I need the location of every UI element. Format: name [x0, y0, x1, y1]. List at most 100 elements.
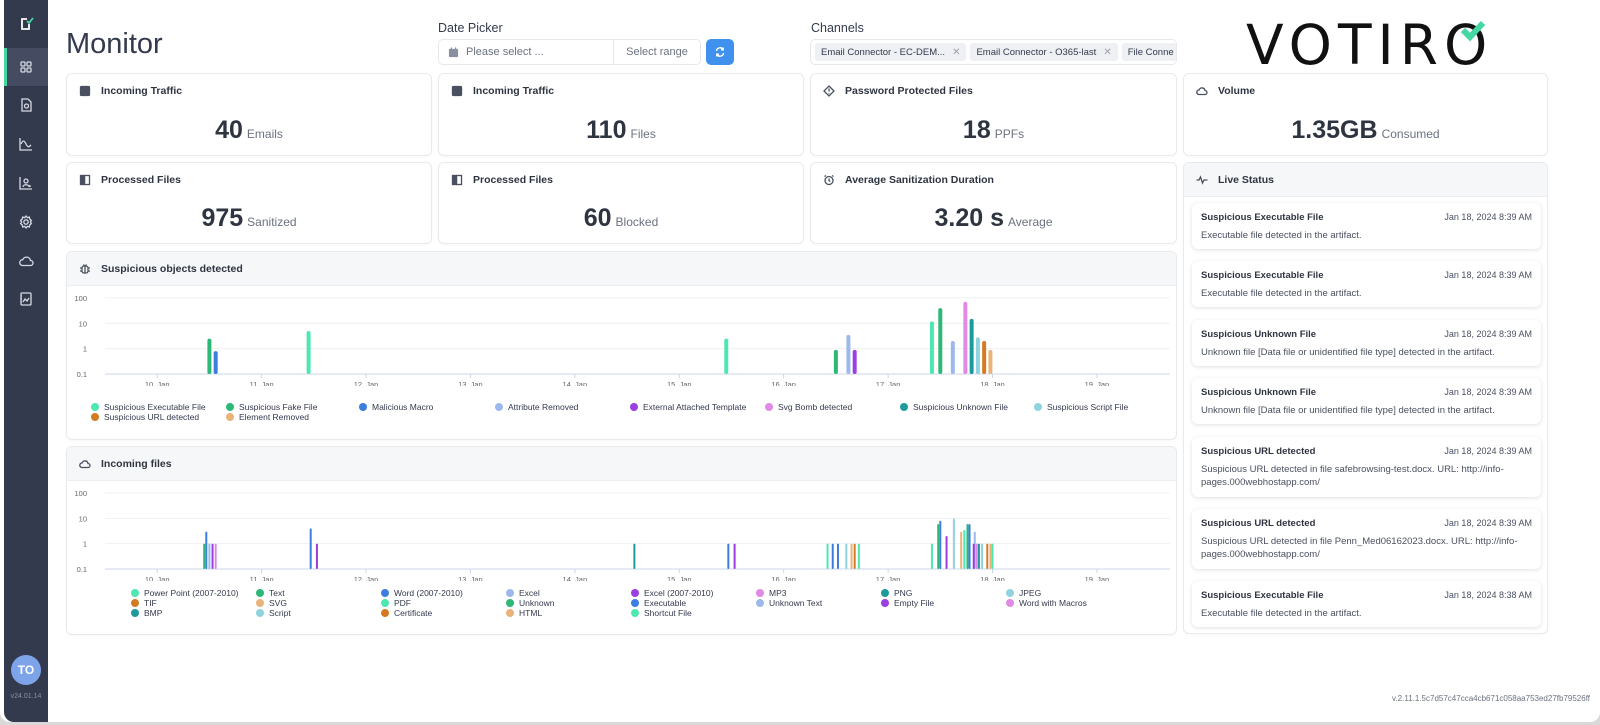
legend-item[interactable]: Word (2007-2010)	[381, 588, 463, 598]
bar-excel[interactable]	[208, 543, 211, 569]
bar-html[interactable]	[989, 543, 992, 569]
legend-item[interactable]: Malicious Macro	[359, 402, 433, 412]
legend-item[interactable]: HTML	[506, 608, 542, 618]
legend-item[interactable]: Svg Bomb detected	[765, 402, 852, 412]
legend-item[interactable]: Word with Macros	[1006, 598, 1087, 608]
live-status-item[interactable]: Suspicious URL detected Jan 18, 2024 8:39…	[1192, 437, 1541, 497]
legend-item[interactable]: Empty File	[881, 598, 934, 608]
bar-certificate[interactable]	[853, 543, 856, 569]
live-status-item[interactable]: Suspicious Executable File Jan 18, 2024 8…	[1192, 203, 1541, 249]
bar-suspicious-fake-file[interactable]	[833, 349, 838, 374]
bar-bmp[interactable]	[977, 543, 980, 569]
legend-item[interactable]: Shortcut File	[631, 608, 692, 618]
bar-shortcut-file[interactable]	[857, 543, 860, 569]
bar-element-removed[interactable]	[988, 349, 993, 374]
bar-attribute-removed[interactable]	[950, 341, 955, 374]
bar-svg-bomb-detected[interactable]	[963, 301, 968, 374]
bar-excel-2007-2010[interactable]	[315, 543, 318, 569]
live-status-item[interactable]: Suspicious URL detected Jan 18, 2024 8:39…	[1192, 509, 1541, 569]
legend-item[interactable]: External Attached Template	[630, 402, 746, 412]
live-status-item[interactable]: Suspicious Unknown File Jan 18, 2024 8:39…	[1192, 320, 1541, 366]
refresh-button[interactable]	[706, 39, 734, 65]
votiro-logo-icon[interactable]	[4, 6, 48, 42]
bar-shortcut-file[interactable]	[930, 543, 933, 569]
legend-item[interactable]: MP3	[756, 588, 786, 598]
sidebar-item-cloud[interactable]	[4, 242, 48, 280]
sidebar-item-files[interactable]	[4, 86, 48, 124]
legend-item[interactable]: Suspicious Script File	[1034, 402, 1128, 412]
bar-suspicious-executable-file[interactable]	[306, 330, 311, 374]
select-range-button[interactable]: Select range	[614, 46, 700, 58]
bar-svg[interactable]	[850, 543, 853, 569]
remove-chip-icon[interactable]: ✕	[952, 47, 960, 58]
remove-chip-icon[interactable]: ✕	[1103, 47, 1111, 58]
legend-item[interactable]: Attribute Removed	[495, 402, 578, 412]
bar-text[interactable]	[203, 543, 206, 569]
sidebar-item-documents[interactable]	[4, 280, 48, 318]
live-status-item[interactable]: Suspicious Executable File Jan 18, 2024 8…	[1192, 581, 1541, 627]
date-picker[interactable]: Please select ... Select range	[438, 39, 701, 65]
bar-external-attached-template[interactable]	[852, 349, 857, 374]
legend-item[interactable]: Element Removed	[226, 412, 309, 422]
bar-script[interactable]	[845, 543, 848, 569]
bar-excel-2007-2010[interactable]	[972, 543, 975, 569]
bar-malicious-macro[interactable]	[213, 351, 218, 374]
channels-select[interactable]: Email Connector - EC-DEM... ✕ Email Conn…	[810, 39, 1177, 65]
bar-executable[interactable]	[836, 543, 839, 569]
legend-item[interactable]: TIF	[131, 598, 157, 608]
bar-mp3[interactable]	[214, 543, 217, 569]
bar-word-2007-2010[interactable]	[205, 531, 208, 569]
bar-svg[interactable]	[960, 531, 963, 569]
legend-item[interactable]: Unknown	[506, 598, 554, 608]
bar-suspicious-script-file[interactable]	[975, 337, 980, 374]
date-picker-input[interactable]: Please select ...	[439, 40, 614, 64]
legend-item[interactable]: Suspicious Unknown File	[900, 402, 1008, 412]
live-status-item[interactable]: Suspicious Unknown File Jan 18, 2024 8:39…	[1192, 378, 1541, 424]
bar-attribute-removed[interactable]	[846, 334, 851, 374]
legend-item[interactable]: JPEG	[1006, 588, 1041, 598]
bar-word-2007-2010[interactable]	[968, 523, 971, 569]
bar-shortcut-file[interactable]	[991, 543, 994, 569]
legend-item[interactable]: Suspicious Executable File	[91, 402, 206, 412]
bar-unknown[interactable]	[966, 523, 969, 569]
legend-item[interactable]: Text	[256, 588, 285, 598]
legend-item[interactable]: PDF	[381, 598, 411, 608]
bar-script[interactable]	[952, 518, 955, 569]
legend-item[interactable]: Unknown Text	[756, 598, 822, 608]
bar-suspicious-unknown-file[interactable]	[969, 318, 974, 374]
bar-word-with-macros[interactable]	[975, 543, 978, 569]
bar-suspicious-executable-file[interactable]	[929, 321, 934, 374]
legend-item[interactable]: Executable	[631, 598, 686, 608]
bar-text[interactable]	[937, 523, 940, 569]
bar-pdf[interactable]	[963, 529, 966, 569]
legend-item[interactable]: Excel	[506, 588, 540, 598]
bar-bmp[interactable]	[633, 543, 636, 569]
avatar[interactable]: TO	[11, 655, 41, 685]
bar-excel-2007-2010[interactable]	[945, 536, 948, 569]
bar-word-2007-2010[interactable]	[939, 520, 942, 569]
bar-word-2007-2010[interactable]	[309, 528, 312, 569]
sidebar-item-settings[interactable]	[4, 203, 48, 241]
bar-excel-2007-2010[interactable]	[733, 543, 736, 569]
legend-item[interactable]: PNG	[881, 588, 912, 598]
legend-item[interactable]: SVG	[256, 598, 287, 608]
legend-item[interactable]: Excel (2007-2010)	[631, 588, 713, 598]
legend-item[interactable]: Script	[256, 608, 291, 618]
bar-suspicious-executable-file[interactable]	[724, 338, 729, 374]
sidebar-item-reports[interactable]	[4, 164, 48, 202]
bar-word-2007-2010[interactable]	[727, 543, 730, 569]
legend-item[interactable]: Suspicious URL detected	[91, 412, 199, 422]
legend-item[interactable]: Suspicious Fake File	[226, 402, 317, 412]
bar-suspicious-fake-file[interactable]	[938, 308, 943, 374]
bar-suspicious-url-detected[interactable]	[982, 341, 987, 374]
legend-item[interactable]: BMP	[131, 608, 162, 618]
bar-shortcut-file[interactable]	[826, 543, 829, 569]
sidebar-item-analytics[interactable]	[4, 125, 48, 163]
bar-word-2007-2010[interactable]	[831, 543, 834, 569]
sidebar-item-dashboard[interactable]	[4, 48, 48, 86]
legend-item[interactable]: Power Point (2007-2010)	[131, 588, 239, 598]
bar-certificate[interactable]	[986, 543, 989, 569]
bar-excel-2007-2010[interactable]	[211, 543, 214, 569]
bar-suspicious-fake-file[interactable]	[207, 338, 212, 374]
bar-script[interactable]	[981, 543, 984, 569]
